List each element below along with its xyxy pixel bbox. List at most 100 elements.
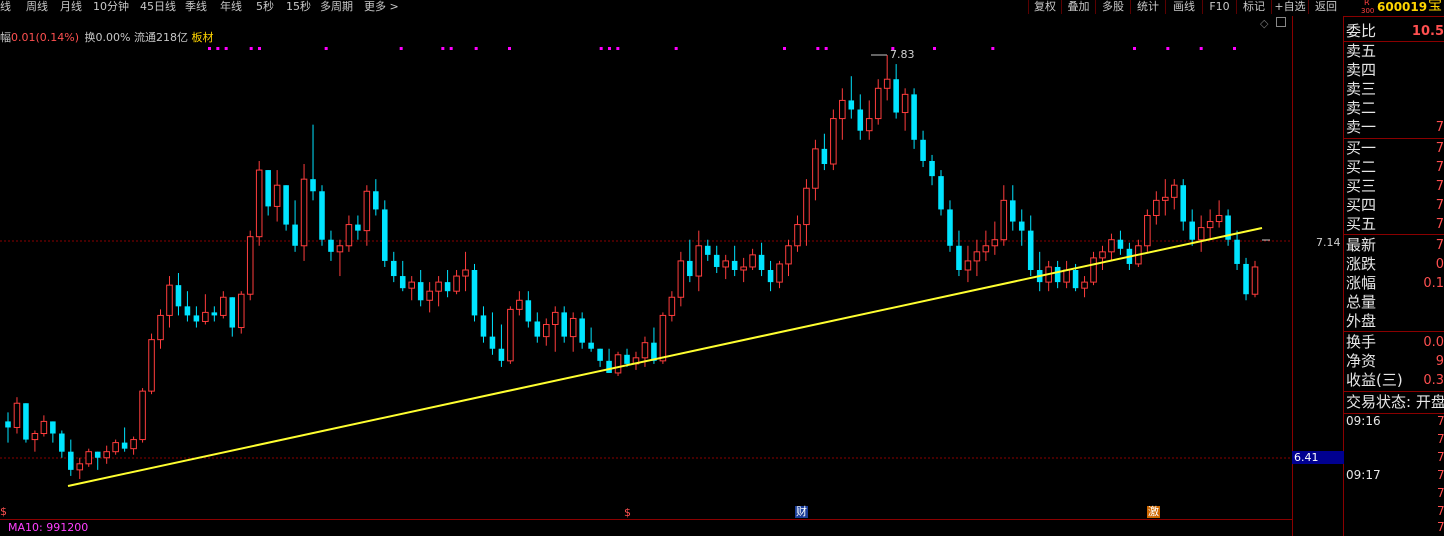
tab-45day[interactable]: 45日线 (140, 0, 176, 14)
buy5-label: 买五 (1346, 215, 1377, 233)
back-button[interactable]: 返回 (1308, 0, 1343, 14)
candle-body (901, 93, 909, 114)
candle-body (130, 439, 137, 450)
candle (1027, 215, 1034, 277)
candle-body (704, 245, 711, 255)
candle-body (229, 297, 236, 328)
candle-body (911, 94, 917, 140)
signal-dot (599, 47, 603, 50)
candle-body (1009, 200, 1016, 222)
tab-month[interactable]: 月线 (60, 0, 82, 14)
buy4-value: 7 (1435, 198, 1444, 213)
signal-dot (1233, 47, 1236, 50)
mark-button[interactable]: 标记 (1236, 0, 1271, 14)
candle-body (507, 308, 514, 362)
candle-body (382, 209, 388, 261)
candle (865, 100, 873, 140)
candle-body (812, 148, 819, 189)
stats-button[interactable]: 统计 (1130, 0, 1165, 14)
f10-button[interactable]: F10 (1202, 0, 1236, 14)
tab-week[interactable]: 周线 (26, 0, 48, 14)
candle-body (1000, 199, 1008, 241)
draw-line-button[interactable]: 画线 (1165, 0, 1202, 14)
market-tag-bottom: 300 (1361, 7, 1375, 15)
candle (139, 388, 146, 443)
sell3-row: 卖三 (1346, 80, 1444, 99)
overlay-button[interactable]: 叠加 (1061, 0, 1095, 14)
candle-body (569, 317, 577, 338)
candle-body (471, 270, 478, 316)
candle (848, 76, 855, 119)
multi-stock-button[interactable]: 多股 (1095, 0, 1130, 14)
candle (300, 164, 308, 261)
add-watchlist-button[interactable]: +自选 (1271, 0, 1308, 14)
candle-body (1251, 266, 1259, 295)
signal-dot (249, 47, 253, 50)
candle-body (857, 109, 864, 131)
candle-body (624, 354, 630, 364)
tab-10min[interactable]: 10分钟 (93, 0, 129, 14)
tab-5sec[interactable]: 5秒 (256, 0, 274, 14)
candle (1063, 260, 1070, 289)
candle (947, 200, 953, 252)
incentive-marker[interactable]: 激 (1147, 506, 1160, 518)
candle (883, 55, 891, 101)
candle (112, 439, 119, 455)
candle (130, 436, 137, 455)
adjust-button[interactable]: 复权 (1028, 0, 1061, 14)
candle-body (166, 284, 173, 316)
candle-body (1189, 221, 1195, 240)
tab-15sec[interactable]: 15秒 (286, 0, 311, 14)
candle (336, 239, 344, 277)
candle-body (1170, 184, 1178, 198)
candle-body (103, 451, 110, 459)
candle (193, 306, 200, 328)
event-marker[interactable]: $ (624, 506, 631, 519)
candle (283, 185, 289, 231)
signal-dot (824, 47, 828, 50)
candle (597, 348, 603, 367)
candle-body (319, 191, 325, 240)
tab-year[interactable]: 年线 (220, 0, 242, 14)
candle-body (363, 190, 371, 232)
ratio-row: 委比 10.5 (1346, 22, 1444, 41)
candle (668, 291, 676, 322)
candle-body (606, 360, 612, 373)
signal-dot (324, 47, 328, 50)
candle (1045, 260, 1052, 292)
candle (471, 263, 478, 322)
candle (373, 179, 379, 216)
tick-value: 7 (1437, 520, 1444, 534)
candle-body (121, 442, 128, 449)
event-marker[interactable]: $ (0, 505, 7, 518)
candle (175, 273, 182, 316)
candle-body (23, 403, 29, 440)
candle-body (767, 270, 774, 283)
candle-body (1072, 270, 1079, 289)
candle-body (1081, 281, 1088, 289)
net-asset-row: 净资 9 (1346, 352, 1444, 371)
candle (121, 427, 128, 452)
tab-multi-period[interactable]: 多周期 (320, 0, 353, 14)
candle-body (1027, 230, 1034, 270)
candle-body (5, 421, 11, 428)
signal-dot (399, 47, 403, 50)
candle (202, 294, 209, 325)
candle-body (139, 390, 146, 441)
candle (982, 230, 990, 261)
candle (1000, 185, 1008, 246)
candle-body (40, 420, 48, 435)
volume-row: 总量 (1346, 293, 1444, 312)
candle-body (453, 275, 460, 292)
sell5-row: 卖五 (1346, 42, 1444, 61)
tab-day[interactable]: 线 (0, 0, 11, 14)
candle (929, 154, 935, 186)
tab-more[interactable]: 更多 > (364, 0, 399, 14)
finance-marker[interactable]: 财 (795, 506, 808, 518)
candle-body (255, 169, 263, 238)
candle (1153, 191, 1160, 225)
candle (525, 291, 532, 328)
signal-dot (991, 47, 995, 50)
tab-quarter[interactable]: 季线 (185, 0, 207, 14)
candle-body (695, 245, 703, 277)
